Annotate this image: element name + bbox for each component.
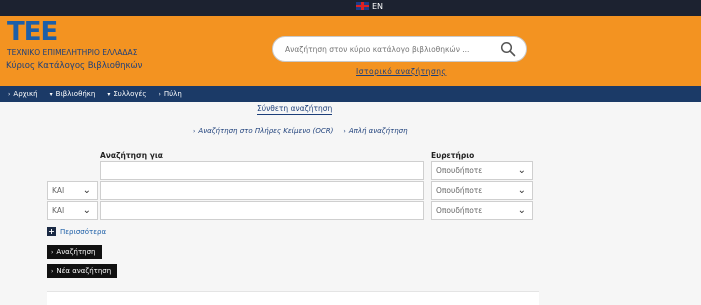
chevron-right-icon: ›	[158, 90, 161, 98]
nav-item-portal[interactable]: › Πύλη	[150, 90, 185, 98]
top-bar: EN	[0, 0, 701, 16]
main-nav: › Αρχική ▾ Βιβλιοθήκη ▾ Συλλογές › Πύλη	[0, 86, 701, 102]
ocr-search-link[interactable]: › Αναζήτηση στο Πλήρες Κείμενο (OCR)	[193, 127, 333, 135]
more-label: Περισσότερα	[60, 227, 107, 236]
search-mode-links: › Αναζήτηση στο Πλήρες Κείμενο (OCR) › Απλ…	[193, 127, 408, 135]
chevron-right-icon: ›	[343, 128, 346, 135]
search-button[interactable]: › Αναζήτηση	[47, 245, 102, 259]
nav-item-label: Πύλη	[163, 90, 182, 98]
chevron-right-icon: ›	[51, 267, 54, 275]
nav-item-collections[interactable]: ▾ Συλλογές	[99, 90, 150, 98]
chevron-down-icon: ▾	[49, 90, 53, 98]
tee-logo[interactable]: TEE	[7, 19, 58, 45]
nav-item-label: Συλλογές	[113, 90, 147, 98]
chevron-right-icon: ›	[193, 128, 196, 135]
header: TEE ΤΕΧΝΙΚΟ ΕΠΙΜΕΛΗΤΗΡΙΟ ΕΛΛΑΔΑΣ Κύριος …	[0, 16, 701, 86]
button-label: Αναζήτηση	[56, 248, 96, 256]
chevron-down-icon: ⌄	[82, 204, 91, 216]
search-for-label: Αναζήτηση για	[100, 151, 163, 160]
header-search-input[interactable]	[285, 44, 490, 54]
search-icon[interactable]	[500, 41, 516, 57]
operator-value: ΚΑΙ	[52, 206, 65, 215]
results-panel	[47, 291, 539, 305]
plus-icon: +	[47, 227, 56, 236]
link-label: Απλή αναζήτηση	[348, 127, 408, 135]
index-select-value: Οπουδήποτε	[436, 166, 483, 175]
operator-select-2[interactable]: ΚΑΙ ⌄	[47, 181, 98, 200]
chevron-down-icon: ▾	[107, 90, 111, 98]
organization-name: ΤΕΧΝΙΚΟ ΕΠΙΜΕΛΗΤΗΡΙΟ ΕΛΛΑΔΑΣ	[7, 48, 138, 57]
operator-select-3[interactable]: ΚΑΙ ⌄	[47, 201, 98, 220]
nav-item-library[interactable]: ▾ Βιβλιοθήκη	[42, 90, 100, 98]
nav-item-home[interactable]: › Αρχική	[0, 90, 42, 98]
index-label: Ευρετήριο	[431, 151, 475, 160]
search-term-field-2[interactable]	[100, 181, 424, 200]
index-select-2[interactable]: Οπουδήποτε ⌄	[431, 181, 533, 200]
search-history-link[interactable]: Ιστορικό αναζήτησης	[356, 67, 446, 76]
header-search-box	[272, 36, 527, 62]
chevron-down-icon: ⌄	[82, 184, 91, 196]
chevron-down-icon: ⌄	[517, 204, 526, 216]
new-search-button[interactable]: › Νέα αναζήτηση	[47, 264, 118, 278]
language-label: EN	[372, 1, 384, 11]
operator-value: ΚΑΙ	[52, 186, 65, 195]
simple-search-link[interactable]: › Απλή αναζήτηση	[343, 127, 407, 135]
index-select-value: Οπουδήποτε	[436, 206, 483, 215]
button-label: Νέα αναζήτηση	[56, 267, 112, 275]
language-switch[interactable]: EN	[356, 0, 383, 12]
nav-item-label: Βιβλιοθήκη	[55, 90, 96, 98]
catalog-name: Κύριος Κατάλογος Βιβλιοθηκών	[6, 61, 143, 71]
search-term-field-3[interactable]	[100, 201, 424, 220]
link-label: Αναζήτηση στο Πλήρες Κείμενο (OCR)	[198, 127, 334, 135]
chevron-down-icon: ⌄	[517, 184, 526, 196]
nav-item-label: Αρχική	[13, 90, 38, 98]
index-select-1[interactable]: Οπουδήποτε ⌄	[431, 161, 533, 180]
search-term-field-1[interactable]	[100, 161, 424, 180]
index-select-3[interactable]: Οπουδήποτε ⌄	[431, 201, 533, 220]
uk-flag-icon	[356, 2, 369, 10]
more-fields-link[interactable]: + Περισσότερα	[47, 227, 106, 236]
chevron-down-icon: ⌄	[517, 164, 526, 176]
index-select-value: Οπουδήποτε	[436, 186, 483, 195]
chevron-right-icon: ›	[8, 90, 11, 98]
page-title[interactable]: Σύνθετη αναζήτηση	[257, 104, 333, 115]
chevron-right-icon: ›	[51, 248, 54, 256]
